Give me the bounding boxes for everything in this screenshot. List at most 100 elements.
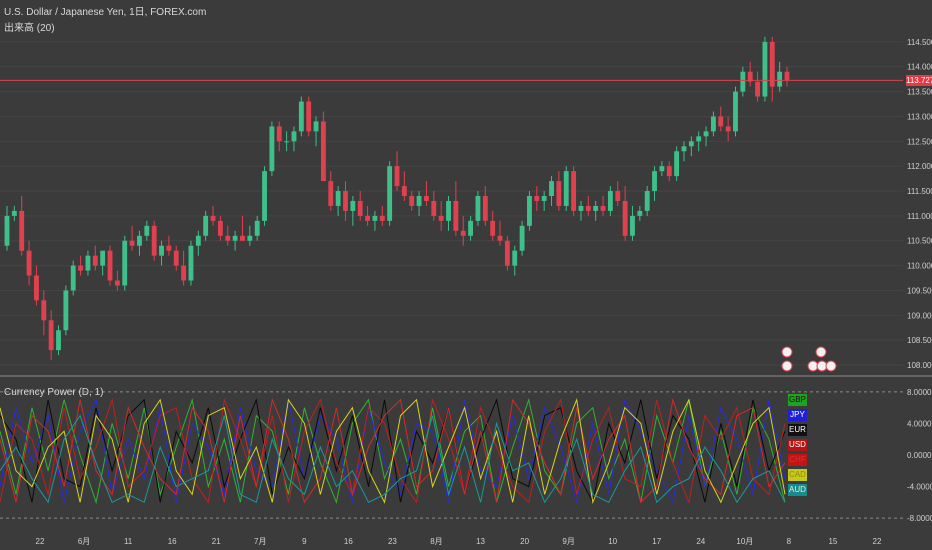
candle-body [240, 235, 245, 241]
time-axis: 22 6月 11 16 21 7月 9 16 23 8月 13 20 9月 10 17 24 10月 8 15 22 [36, 537, 882, 546]
candle-body [254, 220, 260, 236]
candle-body [232, 235, 238, 241]
candle-body [306, 101, 312, 132]
time-tick-label: 15 [828, 537, 837, 546]
candle-body [203, 215, 209, 236]
candle-body [733, 91, 738, 132]
candle-body [129, 240, 135, 246]
candle-body [188, 245, 194, 281]
event-marker[interactable] [825, 360, 837, 372]
candle-body [357, 200, 363, 216]
candle-body [504, 240, 510, 266]
candle-body [276, 126, 282, 142]
candle-body [585, 205, 591, 211]
candle-body [114, 280, 120, 286]
candle-body [409, 196, 415, 206]
time-tick-label: 16 [168, 537, 177, 546]
price-tick-label: 113.500 [907, 88, 932, 97]
time-tick-label: 22 [36, 537, 45, 546]
candle-body [166, 245, 172, 251]
candle-body [247, 235, 253, 241]
candle-body [710, 116, 716, 132]
candle-body [674, 151, 680, 177]
candle-body [56, 330, 61, 351]
candle-body [688, 141, 694, 147]
legend-item-aud: AUD [788, 484, 807, 496]
candle-body [335, 191, 341, 206]
candle-body [659, 166, 665, 172]
candle-body [468, 220, 474, 236]
chart-canvas: 114.500 114.000 113.500 113.000 112.500 112.0… [0, 36, 932, 546]
candle-body [269, 126, 275, 172]
indicator-tick-label: 4.0000 [907, 419, 932, 428]
candle-body [144, 225, 150, 236]
candle-body [607, 191, 613, 211]
time-tick-label: 20 [520, 537, 529, 546]
candle-body [725, 126, 731, 132]
volume-title[interactable]: 出来高 (20) [4, 19, 55, 34]
price-tick-label: 114.500 [907, 38, 932, 47]
time-tick-label: 24 [696, 537, 705, 546]
candle-body [563, 171, 569, 206]
candle-body [78, 265, 84, 271]
candle-body [100, 250, 106, 266]
candle-body [424, 196, 429, 201]
time-tick-label: 16 [344, 537, 353, 546]
candle-body [401, 186, 407, 196]
legend-item-usd: USD [788, 439, 807, 451]
time-tick-label: 6月 [78, 537, 90, 546]
candle-body [527, 196, 532, 226]
price-grid [0, 41, 903, 366]
candle-body [4, 215, 10, 246]
price-tick-label: 111.500 [907, 187, 932, 196]
time-tick-label: 21 [212, 537, 221, 546]
candle-body [210, 215, 216, 221]
indicator-axis: 8.0000 4.0000 0.0000 -4.0000 -8.0000 [907, 388, 932, 523]
price-tick-label: 111.000 [907, 212, 932, 221]
time-tick-label: 17 [652, 537, 661, 546]
legend-item-jpy: JPY [788, 409, 807, 421]
price-axis: 114.500 114.000 113.500 113.000 112.500 112.0… [907, 38, 932, 370]
legend-item-cad: CAD [788, 469, 807, 481]
indicator-title[interactable]: Currency Power (D, 1) [4, 387, 103, 398]
candle-body [578, 205, 584, 211]
candle-body [320, 121, 326, 182]
event-markers[interactable] [781, 346, 837, 372]
price-tick-label: 109.500 [907, 286, 932, 295]
candle-body [497, 235, 503, 241]
candle-body [460, 230, 466, 236]
candle-body [365, 215, 370, 221]
candle-body [482, 196, 488, 221]
event-marker[interactable] [815, 346, 827, 358]
event-marker[interactable] [781, 346, 793, 358]
candle-body [350, 200, 356, 211]
candle-body [85, 255, 91, 271]
price-tick-label: 112.000 [907, 162, 932, 171]
candle-body [696, 136, 702, 142]
price-tick-label: 109.000 [907, 311, 932, 320]
time-tick-label: 13 [476, 537, 485, 546]
candle-body [762, 41, 768, 97]
price-tick-label: 110.000 [907, 262, 932, 271]
candle-body [34, 275, 39, 301]
time-tick-label: 11 [124, 537, 133, 546]
time-tick-label: 22 [873, 537, 882, 546]
price-tick-label: 110.500 [907, 237, 932, 246]
time-tick-label: 10 [608, 537, 617, 546]
candle-body [137, 235, 142, 246]
current-price-tag: 113.727 [906, 74, 932, 86]
candle-body [519, 225, 525, 251]
symbol-title[interactable]: U.S. Dollar / Japanese Yen, 1日, FOREX.co… [4, 3, 206, 18]
candle-body [549, 181, 554, 196]
indicator-tick-label: 8.0000 [907, 388, 932, 397]
candle-body [681, 146, 687, 152]
candle-body [26, 250, 32, 276]
candle-body [151, 225, 157, 256]
candle-body [593, 205, 599, 211]
candle-body [122, 240, 128, 286]
time-tick-label: 8月 [430, 537, 442, 546]
event-marker[interactable] [781, 360, 793, 372]
candle-body [298, 101, 304, 132]
candle-body [195, 235, 201, 246]
candle-body [718, 116, 724, 127]
